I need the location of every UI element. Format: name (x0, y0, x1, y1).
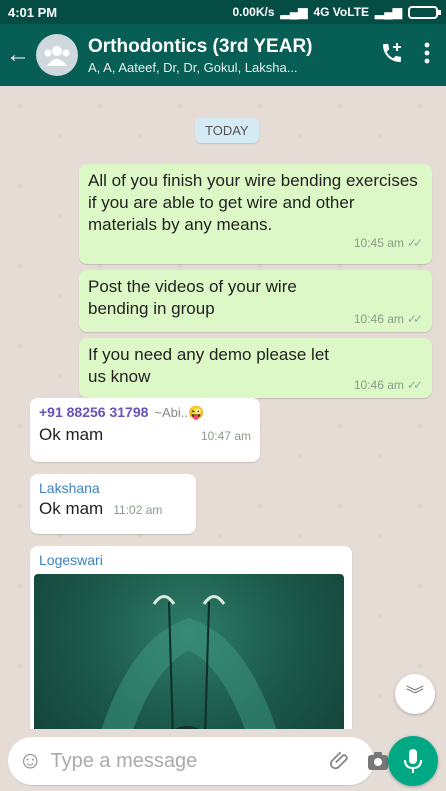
incoming-message[interactable]: +91 88256 31798 ~Abi..😜 Ok mam 10:47 am (30, 398, 260, 462)
chevron-down-icon: ︾ (406, 685, 424, 705)
camera-icon[interactable] (366, 750, 390, 772)
sender-alias: ~Abi..😜 (154, 405, 205, 420)
status-time: 4:01 PM (8, 4, 58, 20)
group-avatar[interactable] (36, 34, 78, 76)
dental-model-image (101, 595, 277, 729)
carrier-label: 4G VoLTE (313, 5, 370, 19)
battery-icon (408, 5, 441, 19)
attached-photo[interactable] (34, 574, 344, 729)
double-check-icon: ✓✓ (406, 236, 423, 250)
message-time: 10:46 am (353, 378, 404, 392)
message-list[interactable]: TODAY All of you finish your wire bendin… (0, 86, 446, 729)
sender-name[interactable]: Logeswari (34, 552, 348, 568)
voice-record-button[interactable] (388, 736, 438, 786)
chat-title: Orthodontics (3rd YEAR) (88, 35, 313, 57)
status-indicators: 0.00K/s ▂▄▆ 4G VoLTE ▂▄▆ (232, 5, 441, 19)
add-call-icon[interactable] (380, 41, 404, 70)
outgoing-message[interactable]: If you need any demo please let us know … (79, 338, 432, 398)
signal-icon: ▂▄▆ (280, 5, 308, 19)
microphone-icon (404, 749, 422, 773)
more-options-icon[interactable] (424, 42, 430, 69)
chat-header: ← Orthodontics (3rd YEAR) A, A, Aateef, … (0, 24, 446, 86)
attach-icon[interactable] (329, 750, 352, 772)
group-icon (44, 46, 70, 66)
message-time: 11:02 am (113, 503, 163, 517)
message-text: Ok mam (39, 499, 104, 518)
message-text: All of you finish your wire bending exer… (88, 171, 418, 234)
chat-title-area[interactable]: Orthodontics (3rd YEAR) A, A, Aateef, Dr… (88, 36, 368, 75)
sender-name[interactable]: Lakshana (39, 480, 187, 496)
status-bar: 4:01 PM 0.00K/s ▂▄▆ 4G VoLTE ▂▄▆ (0, 0, 446, 24)
double-check-icon: ✓✓ (406, 378, 423, 392)
incoming-message[interactable]: Lakshana Ok mam 11:02 am (30, 474, 196, 534)
message-input[interactable] (50, 749, 316, 773)
message-composer: ☺ (8, 737, 388, 785)
message-time: 10:45 am (353, 236, 404, 250)
message-text: Ok mam (39, 425, 104, 444)
date-divider: TODAY (195, 118, 259, 143)
message-time: 10:46 am (353, 312, 404, 326)
back-arrow-icon[interactable]: ← (0, 41, 36, 69)
network-speed: 0.00K/s (232, 5, 275, 19)
outgoing-message[interactable]: Post the videos of your wire bending in … (79, 270, 432, 332)
scroll-down-button[interactable]: ︾ (395, 674, 435, 714)
message-time: 10:47 am (200, 429, 251, 443)
outgoing-message[interactable]: All of you finish your wire bending exer… (79, 164, 432, 264)
incoming-image-message[interactable]: Logeswari (30, 546, 352, 729)
emoji-icon[interactable]: ☺ (18, 747, 43, 775)
double-check-icon: ✓✓ (406, 312, 423, 326)
chat-members: A, A, Aateef, Dr, Dr, Gokul, Laksha... (88, 59, 298, 75)
sender-name[interactable]: +91 88256 31798 (39, 404, 148, 420)
signal-icon: ▂▄▆ (375, 5, 402, 19)
